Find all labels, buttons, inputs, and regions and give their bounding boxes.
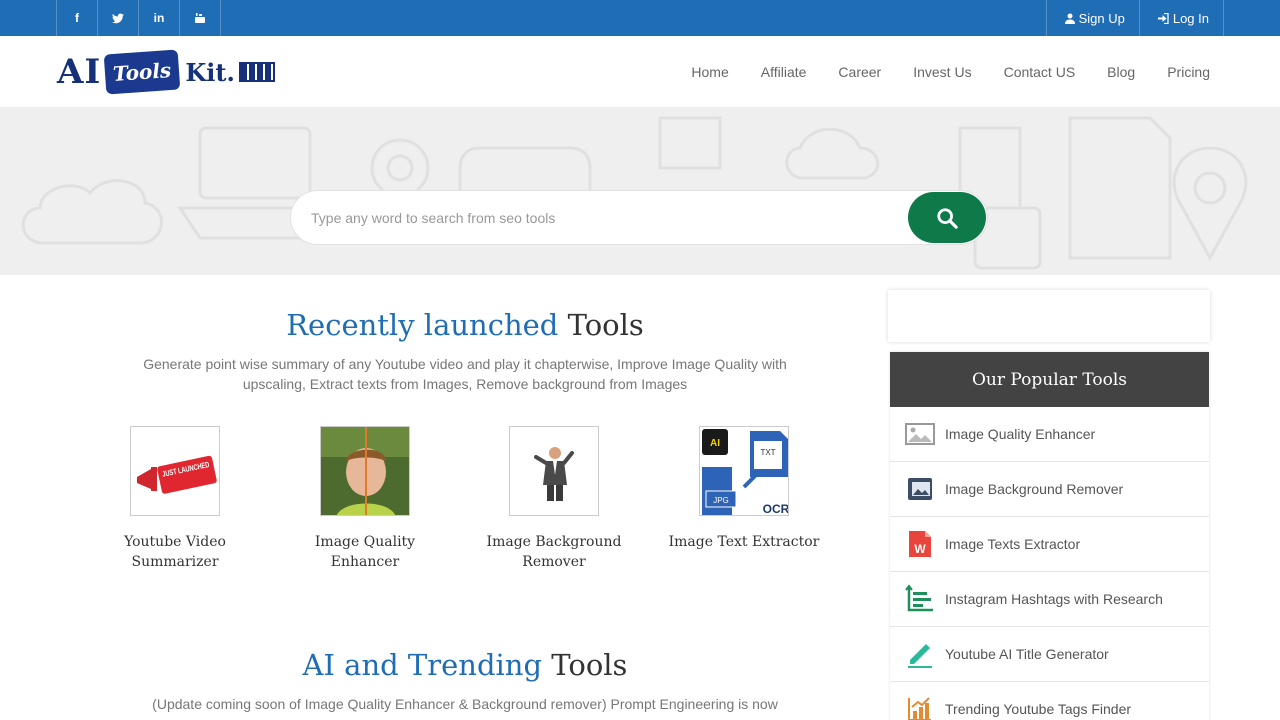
- tool-thumb-portrait: [320, 426, 410, 516]
- popular-item-image-background-remover[interactable]: Image Background Remover: [890, 462, 1209, 517]
- word-doc-icon: W: [904, 528, 936, 560]
- nav-blog[interactable]: Blog: [1107, 64, 1135, 80]
- popular-item-label: Youtube AI Title Generator: [945, 646, 1109, 662]
- youtube-icon[interactable]: [179, 0, 221, 36]
- ocr-ocr-label: OCR: [763, 502, 789, 516]
- recent-title-rest: Tools: [567, 308, 644, 342]
- user-icon: [1064, 13, 1075, 24]
- nav-invest-us[interactable]: Invest Us: [913, 64, 971, 80]
- image-icon: [904, 418, 936, 450]
- tool-name: Youtube Video Summarizer: [124, 534, 226, 570]
- linkedin-icon[interactable]: in: [138, 0, 179, 36]
- popular-item-instagram-hashtags[interactable]: Instagram Hashtags with Research: [890, 572, 1209, 627]
- popular-item-youtube-tags-finder[interactable]: Trending Youtube Tags Finder: [890, 682, 1209, 720]
- sign-up-link[interactable]: Sign Up: [1045, 0, 1139, 36]
- growth-chart-icon: [904, 693, 936, 720]
- popular-tools-panel: Our Popular Tools Image Quality Enhancer…: [890, 352, 1209, 720]
- site-header: AI Tools Kit. Home Affiliate Career Inve…: [0, 36, 1280, 108]
- pencil-icon: [904, 638, 936, 670]
- bar-chart-icon: [904, 583, 936, 615]
- recent-tools-description: Generate point wise summary of any Youtu…: [143, 356, 787, 392]
- popular-item-label: Trending Youtube Tags Finder: [945, 701, 1132, 717]
- logo-tools-text: Tools: [103, 49, 181, 95]
- tool-card-image-quality-enhancer[interactable]: Image Quality Enhancer: [280, 426, 450, 572]
- social-links: f in: [56, 0, 221, 36]
- trending-tools-title: AI and Trending Tools: [100, 648, 830, 682]
- trending-title-rest: Tools: [551, 648, 628, 682]
- trending-tools-description: (Update coming soon of Image Quality Enh…: [152, 696, 778, 712]
- popular-item-image-quality-enhancer[interactable]: Image Quality Enhancer: [890, 407, 1209, 462]
- popular-item-label: Instagram Hashtags with Research: [945, 591, 1163, 607]
- search-input[interactable]: [311, 191, 901, 244]
- tool-name: Image Background Remover: [486, 534, 622, 570]
- popular-item-youtube-title-generator[interactable]: Youtube AI Title Generator: [890, 627, 1209, 682]
- facebook-icon[interactable]: f: [56, 0, 97, 36]
- logo-ai-text: AI: [57, 52, 102, 92]
- log-in-link[interactable]: Log In: [1138, 0, 1224, 36]
- top-bar: f in Sign Up Log In: [0, 0, 1280, 36]
- sign-in-icon: [1157, 12, 1169, 24]
- trending-title-accent: AI and Trending: [302, 648, 543, 682]
- sign-up-label: Sign Up: [1078, 10, 1125, 26]
- nav-career[interactable]: Career: [838, 64, 881, 80]
- search-button[interactable]: [908, 192, 986, 243]
- popular-item-label: Image Background Remover: [945, 481, 1124, 497]
- popular-tools-title: Our Popular Tools: [890, 352, 1209, 407]
- logo-grid-mark: [238, 62, 275, 82]
- tool-name: Image Text Extractor: [668, 534, 820, 550]
- search-bar: [290, 190, 988, 245]
- hero-search-section: [0, 108, 1280, 275]
- ocr-ai-label: AI: [710, 438, 720, 449]
- nav-home[interactable]: Home: [691, 64, 728, 80]
- search-icon: [937, 207, 958, 229]
- log-in-label: Log In: [1172, 10, 1209, 26]
- tool-card-image-text-extractor[interactable]: AI TXT JPG OCR Image Text Extractor: [659, 426, 829, 552]
- tool-card-image-background-remover[interactable]: Image Background Remover: [469, 426, 639, 572]
- popular-item-label: Image Quality Enhancer: [945, 426, 1096, 442]
- tool-thumb-businessman: [509, 426, 599, 516]
- site-logo[interactable]: AI Tools Kit.: [57, 44, 275, 100]
- auth-links: Sign Up Log In: [1045, 0, 1224, 36]
- recent-tools-title: Recently launched Tools: [100, 308, 830, 342]
- nav-affiliate[interactable]: Affiliate: [761, 64, 807, 80]
- popular-item-label: Image Texts Extractor: [945, 536, 1081, 552]
- nav-contact-us[interactable]: Contact US: [1004, 64, 1076, 80]
- main-nav: Home Affiliate Career Invest Us Contact …: [659, 36, 1210, 108]
- ocr-jpg-label: JPG: [713, 496, 729, 505]
- tool-name: Image Quality Enhancer: [314, 534, 416, 570]
- nav-pricing[interactable]: Pricing: [1167, 64, 1210, 80]
- svg-text:W: W: [914, 542, 926, 556]
- image-stack-icon: [904, 473, 936, 505]
- twitter-icon[interactable]: [97, 0, 138, 36]
- popular-item-image-texts-extractor[interactable]: W Image Texts Extractor: [890, 517, 1209, 572]
- ocr-txt-label: TXT: [760, 448, 775, 457]
- logo-kit-text: Kit.: [185, 57, 235, 87]
- tool-card-youtube-summarizer[interactable]: JUST LAUNCHED Youtube Video Summarizer: [90, 426, 260, 572]
- tool-thumb-ocr: AI TXT JPG OCR: [699, 426, 789, 516]
- recent-title-accent: Recently launched: [286, 308, 559, 342]
- tool-thumb-just-launched: JUST LAUNCHED: [130, 426, 220, 516]
- sidebar-ad-box: [888, 290, 1210, 342]
